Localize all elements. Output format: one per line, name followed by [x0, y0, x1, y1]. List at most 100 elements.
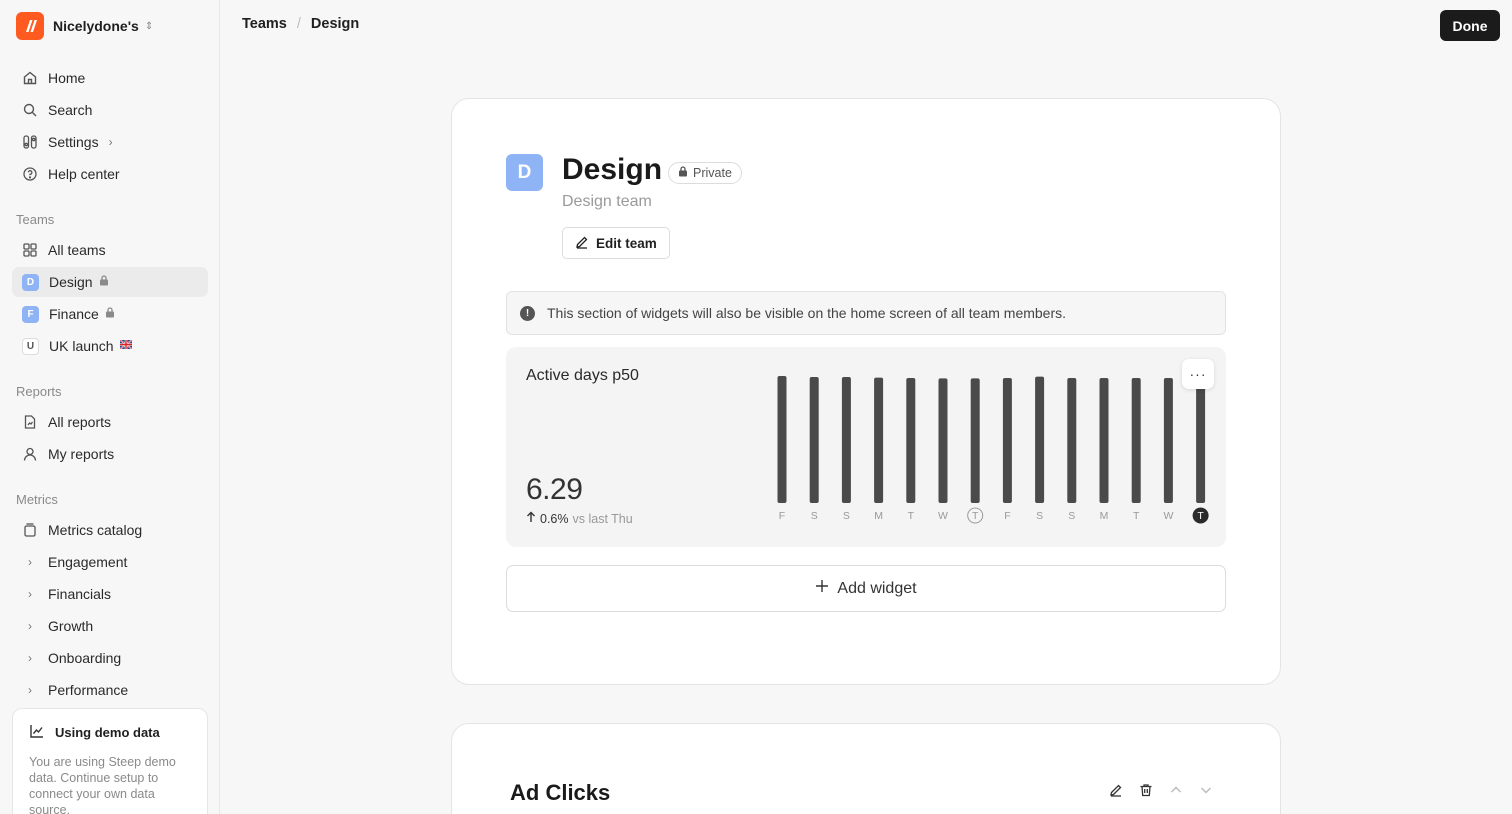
nav-search-label: Search — [48, 102, 93, 118]
team-badge-design: D — [22, 273, 39, 291]
chart-bar[interactable] — [777, 376, 787, 503]
pencil-icon — [575, 235, 589, 252]
demo-title-text: Using demo data — [55, 725, 160, 740]
chart-bar[interactable] — [1067, 378, 1077, 503]
breadcrumb-teams[interactable]: Teams — [242, 16, 287, 32]
nav-my-reports-label: My reports — [48, 446, 115, 462]
nav-metrics-catalog-label: Metrics catalog — [48, 522, 143, 538]
add-widget-label: Add widget — [837, 579, 917, 597]
nav-metrics-catalog[interactable]: Metrics catalog — [12, 515, 208, 545]
sidebar-item-uk-launch[interactable]: U UK launch — [12, 331, 208, 361]
search-icon — [22, 102, 38, 118]
chart-bar[interactable] — [1131, 378, 1141, 503]
nav-metrics-engagement[interactable]: › Engagement — [12, 547, 208, 577]
x-tick-label: S — [1068, 510, 1075, 522]
demo-data-card[interactable]: Using demo data You are using Steep demo… — [12, 708, 208, 814]
chevron-up-icon[interactable] — [1168, 782, 1184, 798]
breadcrumb-separator: / — [296, 16, 301, 32]
team-badge-uk-launch: U — [22, 337, 39, 355]
chart-bar[interactable] — [970, 378, 980, 503]
visibility-label: Private — [693, 166, 732, 180]
chart-bar[interactable] — [1163, 378, 1173, 503]
team-badge-finance: F — [22, 305, 39, 323]
nav-metrics-financials[interactable]: › Financials — [12, 579, 208, 609]
sidebar-item-uk-launch-label: UK launch — [49, 338, 114, 354]
nav-metrics-onboarding[interactable]: › Onboarding — [12, 643, 208, 673]
chart-bar[interactable] — [1196, 376, 1206, 503]
add-widget-button[interactable]: Add widget — [506, 565, 1226, 612]
metrics-section-label: Metrics — [16, 492, 58, 507]
metrics-group-label: Onboarding — [48, 650, 122, 666]
alert-icon: ! — [520, 305, 535, 321]
nav-my-reports[interactable]: My reports — [12, 439, 208, 469]
visibility-badge: Private — [668, 162, 742, 184]
trash-icon[interactable] — [1138, 782, 1154, 798]
lock-icon — [99, 275, 109, 289]
settings-icon — [22, 134, 38, 150]
nav-help-label: Help center — [48, 166, 120, 182]
chevron-down-icon[interactable] — [1198, 782, 1214, 798]
x-tick-label: M — [1100, 510, 1109, 522]
info-notice: ! This section of widgets will also be v… — [506, 291, 1226, 335]
nav-home-label: Home — [48, 70, 86, 86]
nav-metrics-growth[interactable]: › Growth — [12, 611, 208, 641]
bar-chart: FSSMTWTFSSMTWT — [777, 376, 1209, 524]
nav-settings[interactable]: Settings › — [12, 127, 208, 157]
chart-bar[interactable] — [1002, 378, 1012, 503]
section-title: Ad Clicks — [510, 780, 611, 805]
widget-title: Active days p50 — [526, 367, 639, 384]
chart-bar[interactable] — [938, 378, 948, 503]
chevron-right-icon: › — [28, 555, 32, 569]
workspace-switcher[interactable]: Nicelydone's ⇕ — [16, 11, 153, 41]
widget-delta: 0.6% vs last Thu — [526, 511, 633, 526]
chart-bar[interactable] — [1099, 378, 1109, 503]
chart-bar[interactable] — [906, 378, 916, 503]
edit-team-button[interactable]: Edit team — [562, 227, 670, 259]
ad-clicks-card: Ad Clicks — [451, 723, 1281, 814]
nav-home[interactable]: Home — [12, 63, 208, 93]
section-toolbar — [1108, 782, 1214, 798]
chart-bar[interactable] — [1035, 376, 1045, 503]
line-chart-icon — [29, 723, 45, 742]
chevron-right-icon: › — [28, 619, 32, 633]
nav-help-center[interactable]: Help center — [12, 159, 208, 189]
breadcrumb-current: Design — [310, 16, 360, 32]
x-tick-label: T — [972, 510, 979, 522]
more-options-button[interactable]: ··· — [1182, 359, 1214, 389]
demo-data-body: You are using Steep demo data. Continue … — [29, 755, 176, 814]
delta-value: 0.6% — [540, 511, 569, 526]
nav-metrics-performance[interactable]: › Performance — [12, 675, 208, 705]
x-tick-label: F — [1004, 510, 1010, 522]
metrics-group-label: Engagement — [48, 554, 128, 570]
nav-settings-label: Settings — [48, 134, 99, 150]
nav-all-reports[interactable]: All reports — [12, 407, 208, 437]
nav-search[interactable]: Search — [12, 95, 208, 125]
chart-bar[interactable] — [841, 377, 851, 503]
sidebar-item-design[interactable]: D Design — [12, 267, 208, 297]
metric-widget[interactable]: Active days p50 6.29 0.6% vs last Thu F S… — [506, 347, 1226, 547]
chevron-up-down-icon: ⇕ — [144, 20, 154, 32]
team-description: Design team — [562, 193, 652, 210]
uk-flag-icon — [119, 339, 133, 352]
sidebar-item-finance[interactable]: F Finance — [12, 299, 208, 329]
done-button[interactable]: Done — [1440, 10, 1500, 41]
chevron-right-icon: › — [108, 135, 113, 149]
x-tick-label: S — [811, 510, 818, 522]
edit-team-label: Edit team — [596, 235, 657, 251]
plus-icon — [815, 579, 829, 598]
nav-all-teams-label: All teams — [48, 242, 106, 258]
nav-all-reports-label: All reports — [48, 414, 112, 430]
x-tick-label: F — [779, 510, 785, 522]
notice-text: This section of widgets will also be vis… — [547, 305, 1067, 321]
pencil-icon[interactable] — [1108, 782, 1124, 798]
help-icon — [22, 166, 38, 182]
workspace-logo — [16, 12, 44, 40]
chart-bar[interactable] — [809, 377, 819, 503]
nav-all-teams[interactable]: All teams — [12, 235, 208, 265]
reports-section-label: Reports — [16, 384, 62, 399]
demo-data-title: Using demo data — [29, 723, 191, 742]
x-tick-label: S — [1036, 510, 1043, 522]
chart-bar[interactable] — [874, 377, 884, 503]
team-avatar: D — [506, 154, 543, 191]
team-card: D Design Private Design team Edit team !… — [451, 98, 1281, 685]
